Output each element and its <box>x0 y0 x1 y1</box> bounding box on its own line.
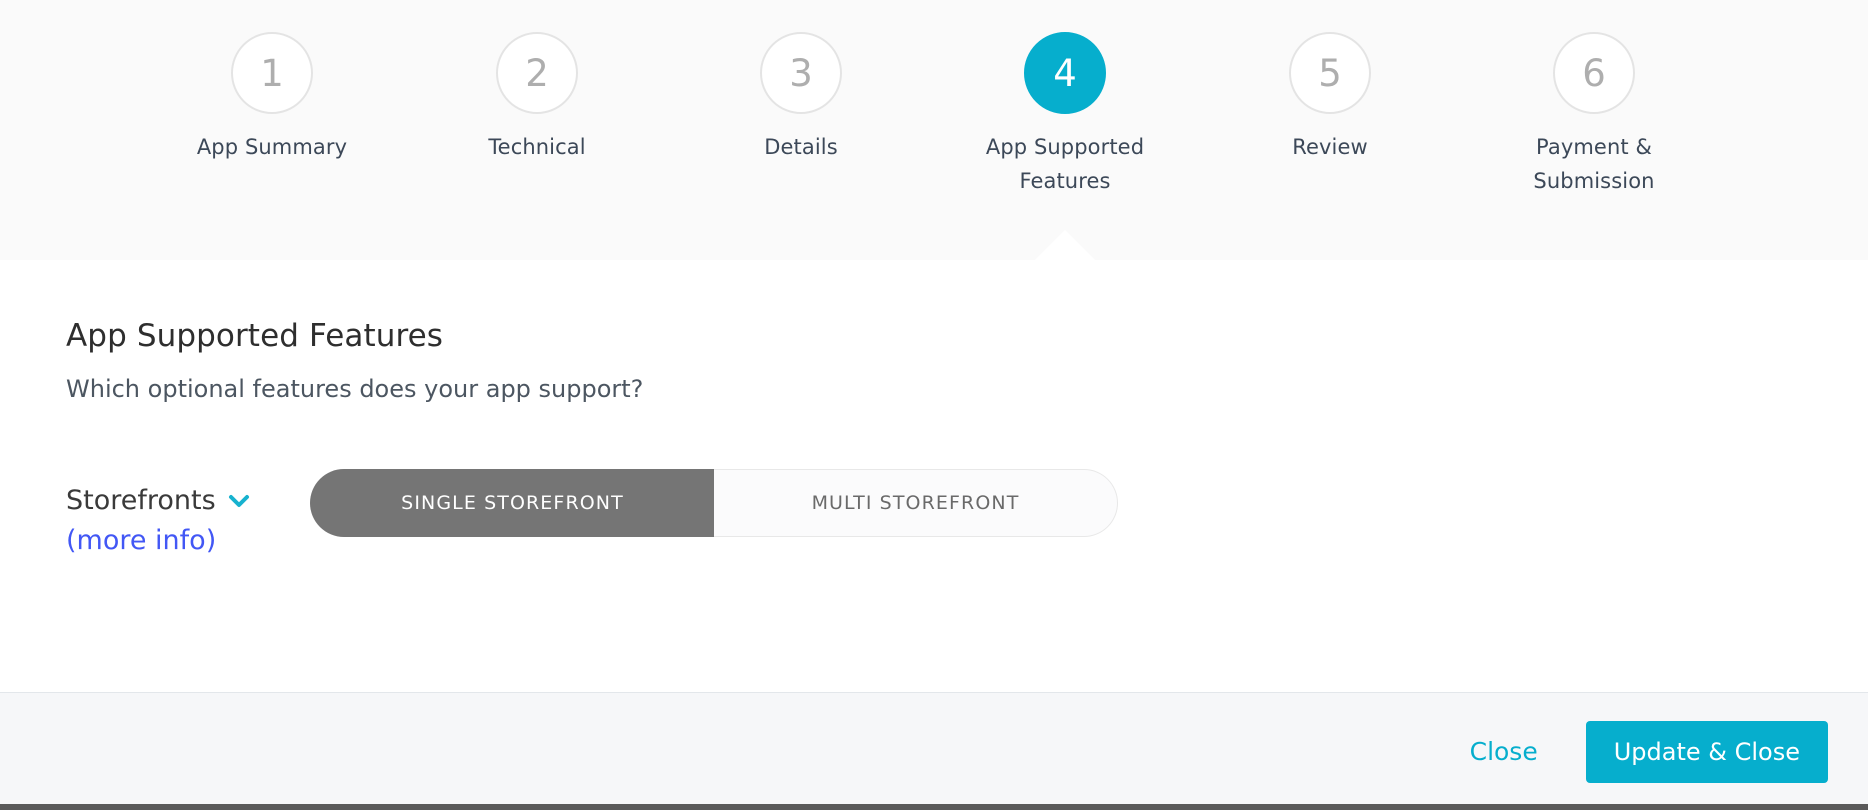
step-label-5: Review <box>1292 135 1368 159</box>
feature-label: Storefronts <box>66 485 216 516</box>
wizard-dialog: 1 App Summary 2 Technical 3 Details 4 Ap… <box>0 0 1868 810</box>
wizard-step-6[interactable]: 6 Payment & Submission <box>1479 32 1709 198</box>
page-title: App Supported Features <box>66 318 444 354</box>
dialog-footer: Close Update & Close <box>0 692 1868 810</box>
more-info-link[interactable]: (more info) <box>66 525 288 557</box>
wizard-step-4[interactable]: 4 App Supported Features <box>950 32 1180 198</box>
feature-label-line: Storefronts <box>66 485 288 517</box>
toggle-multi-storefront[interactable]: MULTI STOREFRONT <box>714 469 1118 537</box>
wizard-step-3[interactable]: 3 Details <box>686 32 916 164</box>
step-label-1: App Summary <box>196 135 348 159</box>
step-number-circle-4: 4 <box>1024 32 1106 114</box>
active-step-pointer-icon <box>1034 230 1096 261</box>
chevron-down-icon[interactable] <box>228 490 250 512</box>
wizard-step-header: 1 App Summary 2 Technical 3 Details 4 Ap… <box>0 0 1868 261</box>
step-number-circle-1: 1 <box>231 32 313 114</box>
wizard-step-5[interactable]: 5 Review <box>1215 32 1445 164</box>
feature-label-column: Storefronts (more info) <box>66 469 288 558</box>
step-number-circle-6: 6 <box>1553 32 1635 114</box>
step-number-circle-5: 5 <box>1289 32 1371 114</box>
step-number-circle-2: 2 <box>496 32 578 114</box>
wizard-content: App Supported Features Which optional fe… <box>0 260 1868 692</box>
wizard-step-1[interactable]: 1 App Summary <box>157 32 387 164</box>
page-subtitle: Which optional features does your app su… <box>66 375 644 403</box>
storefront-toggle-group: SINGLE STOREFRONT MULTI STOREFRONT <box>310 469 1118 537</box>
step-label-2: Technical <box>488 135 586 159</box>
feature-row-storefronts: Storefronts (more info) SINGLE STOREFRON… <box>66 469 1868 558</box>
toggle-single-storefront[interactable]: SINGLE STOREFRONT <box>310 469 714 537</box>
update-and-close-button[interactable]: Update & Close <box>1585 720 1828 783</box>
bottom-bar <box>0 804 1868 810</box>
close-button[interactable]: Close <box>1456 729 1552 774</box>
wizard-steps: 1 App Summary 2 Technical 3 Details 4 Ap… <box>0 0 1868 260</box>
step-label-6: Payment & Submission <box>1533 135 1655 194</box>
step-label-3: Details <box>764 135 838 159</box>
step-number-circle-3: 3 <box>760 32 842 114</box>
step-label-4: App Supported Features <box>985 135 1145 194</box>
wizard-step-2[interactable]: 2 Technical <box>422 32 652 164</box>
